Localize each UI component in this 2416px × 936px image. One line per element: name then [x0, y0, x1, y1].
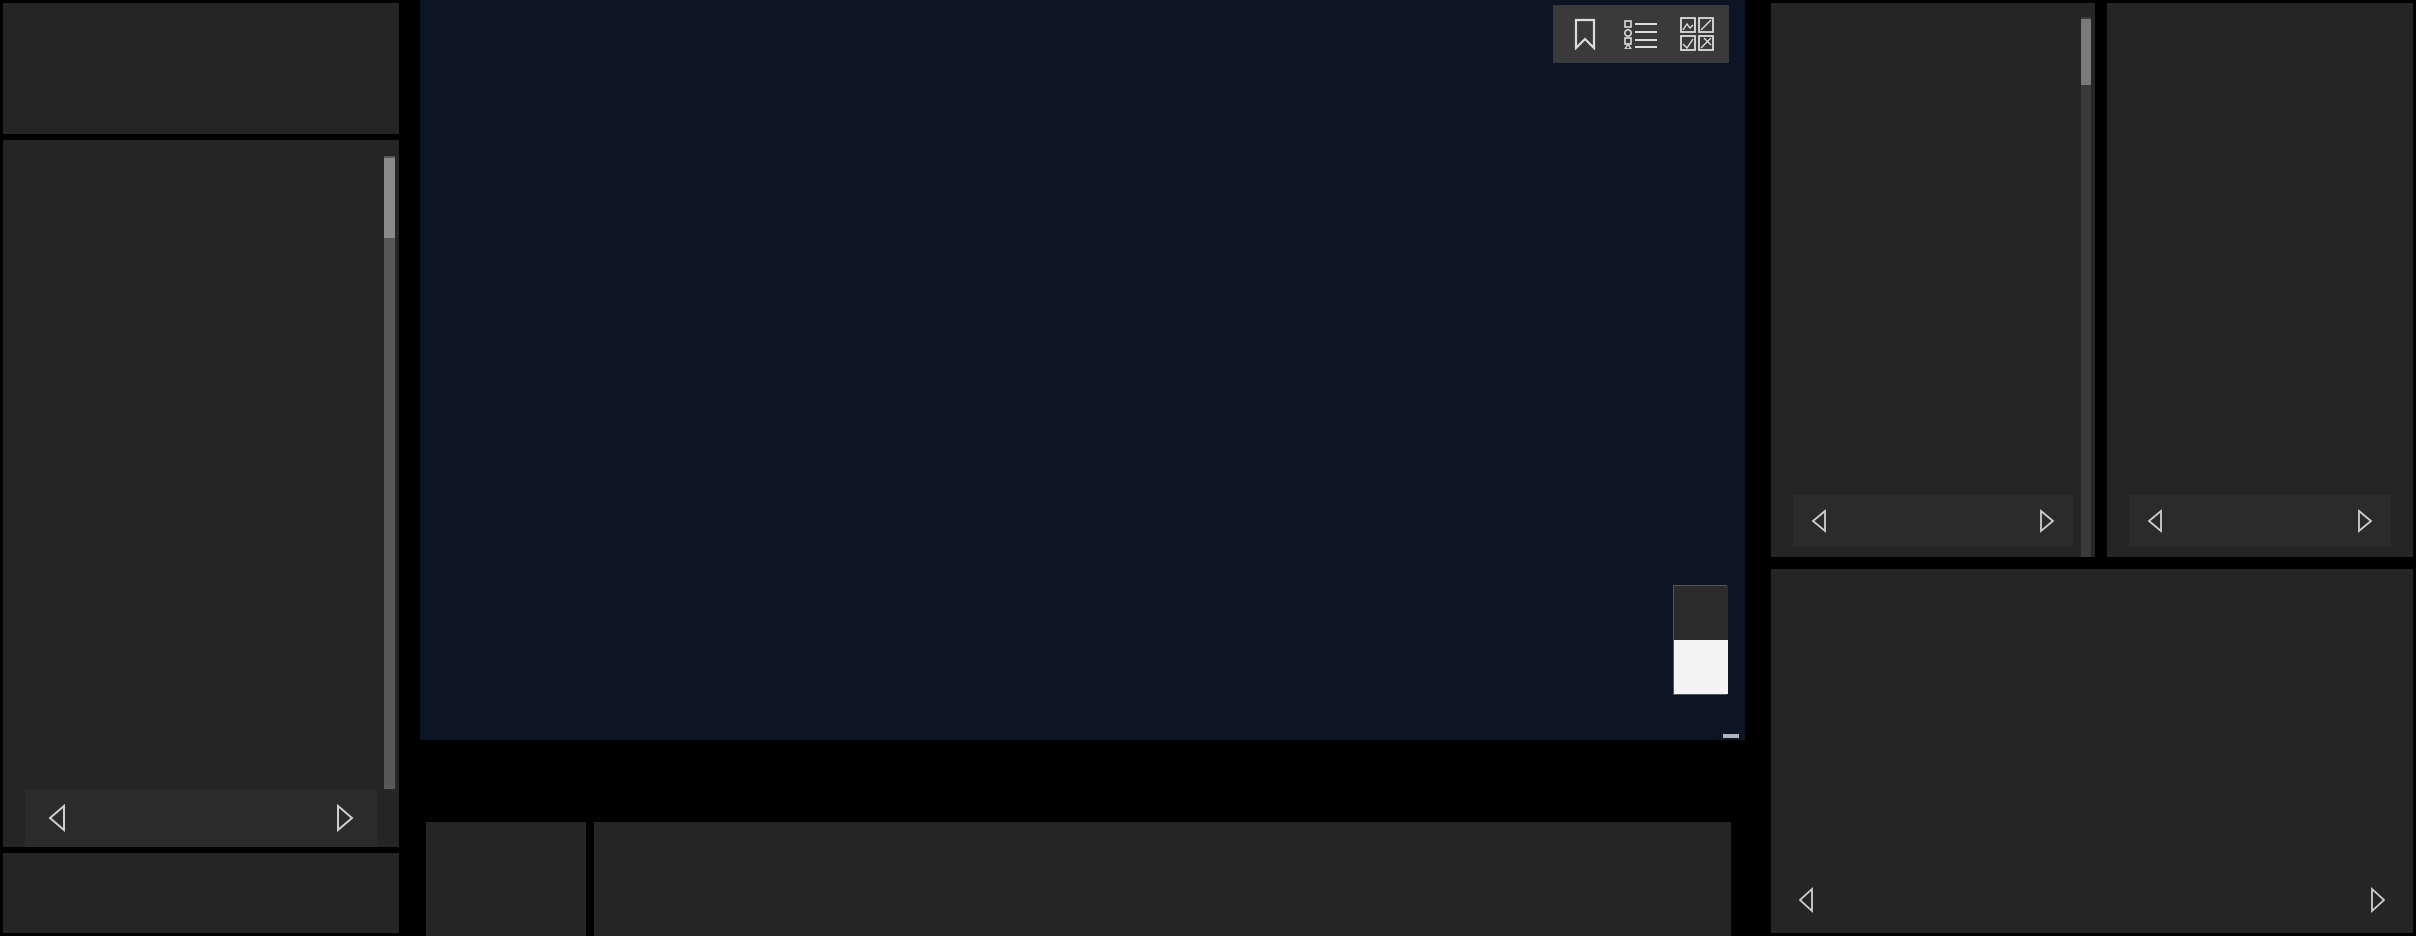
- map-attribution: [1723, 734, 1739, 738]
- world-map[interactable]: [420, 0, 1745, 740]
- left-sidebar: [0, 0, 402, 936]
- daily-cases-pager[interactable]: [1781, 875, 2403, 925]
- map-zoom-controls: [1673, 585, 1728, 695]
- prev-chart-icon[interactable]: [1795, 887, 1817, 913]
- daily-cases-chart-panel: [1771, 569, 2413, 933]
- zoom-out-button[interactable]: [1674, 640, 1728, 694]
- next-page-icon[interactable]: [2355, 509, 2375, 533]
- us-tests-list-scroll[interactable]: [2107, 17, 2413, 557]
- center-column: [408, 0, 1745, 936]
- zoom-in-button[interactable]: [1674, 586, 1728, 640]
- map-graphics: [420, 0, 1745, 740]
- last-updated-panel: [3, 853, 399, 933]
- covid-dashboard: [0, 0, 2416, 936]
- global-deaths-column: [1768, 0, 2098, 560]
- admin0-pager[interactable]: [25, 789, 377, 847]
- prev-page-icon[interactable]: [45, 804, 69, 832]
- us-test-results-column: [2104, 0, 2416, 560]
- next-chart-icon[interactable]: [2367, 887, 2389, 913]
- bookmark-icon[interactable]: [1557, 7, 1613, 61]
- next-page-icon[interactable]: [2037, 509, 2057, 533]
- cases-by-region-panel: [3, 140, 399, 847]
- deaths-list-scrollbar-thumb[interactable]: [2081, 19, 2091, 85]
- global-deaths-list-scroll[interactable]: [1771, 17, 2095, 557]
- basemap-gallery-icon[interactable]: [1669, 7, 1725, 61]
- us-tests-pager[interactable]: [2129, 495, 2391, 547]
- countries-count-panel: [426, 822, 586, 936]
- global-cases-kpi: [3, 3, 399, 134]
- legend-list-icon[interactable]: [1613, 7, 1669, 61]
- deaths-list-scrollbar[interactable]: [2081, 17, 2091, 557]
- prev-page-icon[interactable]: [2145, 509, 2165, 533]
- credits-panel[interactable]: [594, 822, 1731, 936]
- global-deaths-panel: [1771, 3, 2095, 557]
- map-layer-tabs: [408, 740, 1745, 818]
- us-test-results-panel: [2107, 3, 2413, 557]
- footer: [408, 818, 1745, 936]
- prev-page-icon[interactable]: [1809, 509, 1829, 533]
- daily-cases-chart-column: [1768, 566, 2416, 936]
- cases-list-scroll-area[interactable]: [3, 156, 399, 789]
- map-toolbar: [1553, 5, 1729, 63]
- cases-list-scrollbar[interactable]: [384, 156, 395, 789]
- global-deaths-pager[interactable]: [1793, 495, 2073, 547]
- next-page-icon[interactable]: [333, 804, 357, 832]
- cases-list-scrollbar-thumb[interactable]: [384, 158, 395, 238]
